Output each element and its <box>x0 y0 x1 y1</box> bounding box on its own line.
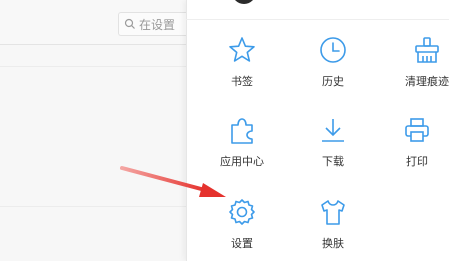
pointer-arrow-icon <box>120 166 226 197</box>
